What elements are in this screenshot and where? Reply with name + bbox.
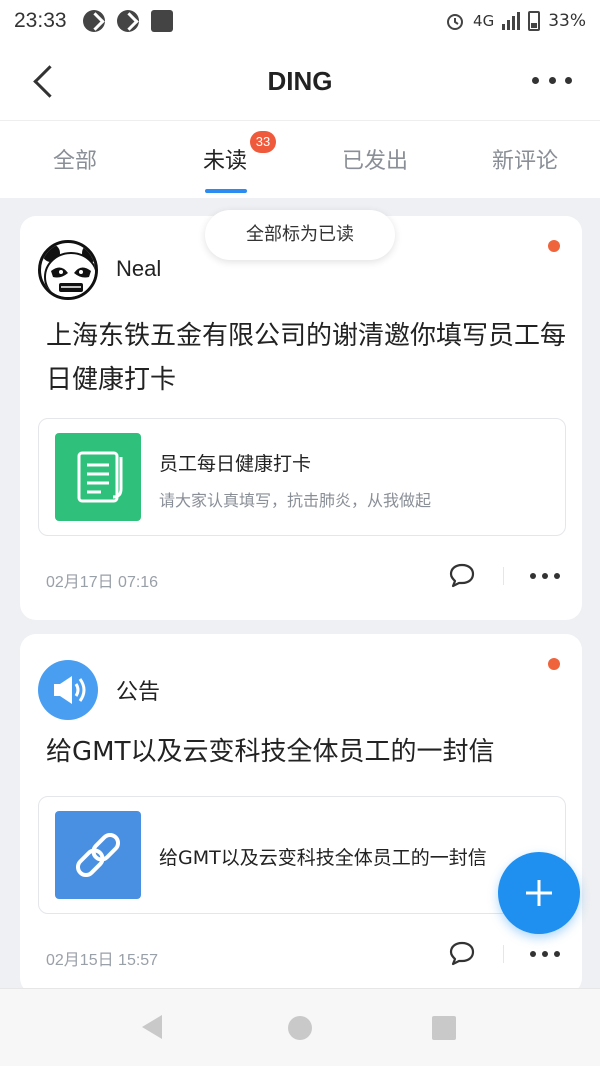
more-options-icon[interactable] xyxy=(532,70,572,90)
ding-message-card[interactable]: 公告 给GMT以及云变科技全体员工的一封信 给GMT以及云变科技全体员工的一封信… xyxy=(20,634,582,994)
battery-icon xyxy=(528,11,541,31)
system-back-icon[interactable] xyxy=(142,1015,162,1039)
notification-icon xyxy=(116,10,139,32)
system-home-icon[interactable] xyxy=(288,1016,312,1040)
unread-dot xyxy=(548,240,560,252)
status-bar: 23:33 4G 33% xyxy=(0,0,600,42)
card-more-icon[interactable] xyxy=(530,951,560,959)
battery-level: 33% xyxy=(548,11,586,31)
notification-icon xyxy=(150,10,173,32)
tab-unread[interactable]: 未读 xyxy=(203,143,247,175)
message-time: 02月15日 15:57 xyxy=(46,952,159,969)
sender-name: 公告 xyxy=(116,679,161,704)
notification-icon xyxy=(82,10,105,32)
megaphone-icon xyxy=(38,660,98,720)
mark-all-read-button[interactable]: 全部标为已读 xyxy=(205,210,395,260)
divider xyxy=(503,567,504,585)
add-ding-button[interactable] xyxy=(498,852,580,934)
message-title: 给GMT以及云变科技全体员工的一封信 xyxy=(46,737,495,767)
alarm-icon xyxy=(447,14,464,30)
message-time: 02月17日 07:16 xyxy=(46,574,159,591)
attachment-subtitle: 请大家认真填写，抗击肺炎，从我做起 xyxy=(159,491,432,510)
form-icon xyxy=(55,433,141,521)
active-tab-indicator xyxy=(205,189,247,193)
status-right: 4G 33% xyxy=(445,11,586,31)
attachment-card[interactable]: 员工每日健康打卡 请大家认真填写，抗击肺炎，从我做起 xyxy=(38,418,566,536)
attachment-card[interactable]: 给GMT以及云变科技全体员工的一封信 xyxy=(38,796,566,914)
tab-new-comments[interactable]: 新评论 xyxy=(492,143,558,175)
tab-bar: 全部 未读 33 已发出 新评论 xyxy=(0,120,600,198)
signal-icon xyxy=(502,12,521,30)
attachment-title: 给GMT以及云变科技全体员工的一封信 xyxy=(159,847,487,869)
card-more-icon[interactable] xyxy=(530,573,560,581)
system-recents-icon[interactable] xyxy=(432,1016,456,1040)
tab-sent[interactable]: 已发出 xyxy=(342,143,408,175)
panda-avatar-icon xyxy=(42,244,95,297)
tab-all[interactable]: 全部 xyxy=(53,143,97,175)
sender-name: Neal xyxy=(116,256,162,281)
ding-message-card[interactable]: Neal 上海东铁五金有限公司的谢清邀你填写员工每日健康打卡 员工每日健康打卡 … xyxy=(20,216,582,620)
avatar[interactable] xyxy=(38,240,98,300)
divider xyxy=(503,945,504,963)
unread-dot xyxy=(548,658,560,670)
comment-icon[interactable] xyxy=(448,940,476,966)
message-title: 上海东铁五金有限公司的谢清邀你填写员工每日健康打卡 xyxy=(46,321,567,395)
unread-count-badge: 33 xyxy=(250,131,276,153)
attachment-title: 员工每日健康打卡 xyxy=(159,453,312,475)
nav-bar: DING xyxy=(0,42,600,120)
system-nav-bar xyxy=(0,988,600,1066)
status-time: 23:33 xyxy=(14,9,67,32)
network-label: 4G xyxy=(473,12,495,30)
page-title: DING xyxy=(267,66,333,96)
comment-icon[interactable] xyxy=(448,562,476,588)
link-icon xyxy=(55,811,141,899)
